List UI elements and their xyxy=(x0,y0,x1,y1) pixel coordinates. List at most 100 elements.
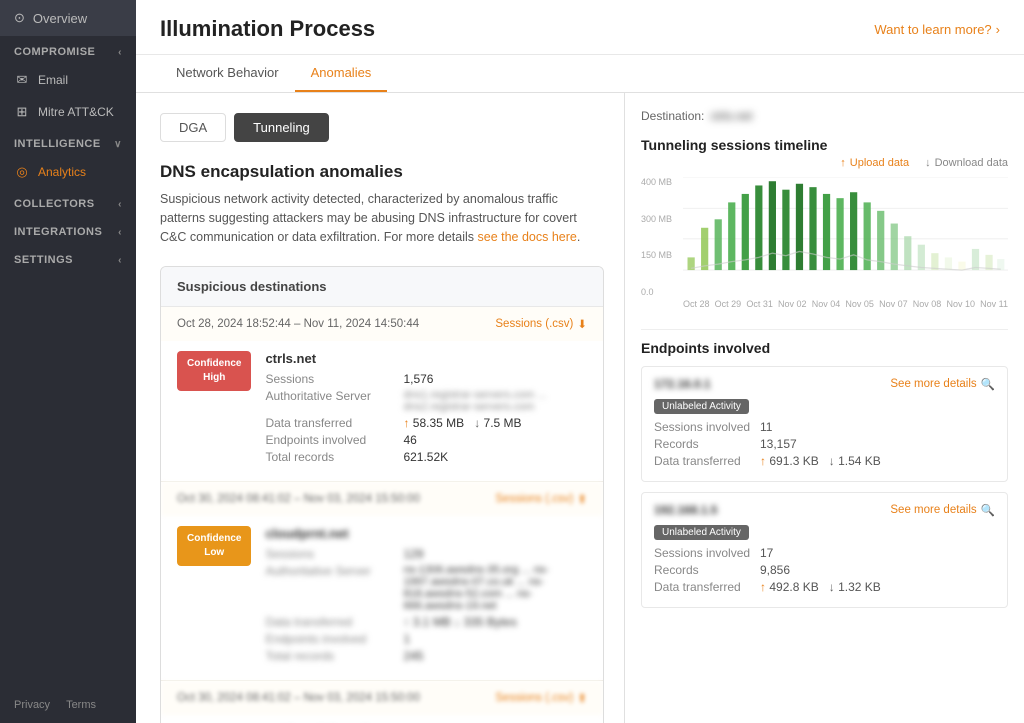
chevron-right-icon2: ‹ xyxy=(118,227,122,238)
chart-x-axis: Oct 28 Oct 29 Oct 31 Nov 02 Nov 04 Nov 0… xyxy=(683,299,1008,317)
sub-tabs: DGA Tunneling xyxy=(160,113,604,142)
up-arrow-ep1: ↑ xyxy=(760,454,766,468)
up-arrow-icon: ↑ xyxy=(403,416,409,430)
dest-item-1-body: ConfidenceHigh ctrls.net Sessions 1,576 … xyxy=(161,341,603,481)
chevron-right-icon3: ‹ xyxy=(118,255,122,266)
dest-row-data-transferred: Data transferred ↑ 58.35 MB ↓ 7.5 MB xyxy=(265,416,587,430)
chevron-right-icon: ‹ xyxy=(118,199,122,210)
analytics-icon: ◎ xyxy=(14,164,30,180)
upload-icon-3: ⬆ xyxy=(577,691,587,705)
endpoint-1-sessions: Sessions involved 11 xyxy=(654,420,995,434)
sidebar-section-collectors[interactable]: COLLECTORS ‹ xyxy=(0,188,136,216)
sidebar-section-settings[interactable]: SETTINGS ‹ xyxy=(0,244,136,272)
page-title: Illumination Process xyxy=(160,16,375,54)
endpoint-2-data-transferred: Data transferred ↑ 492.8 KB ↓ 1.32 KB xyxy=(654,580,995,594)
timeline-legend: ↑ Upload data ↓ Download data xyxy=(641,157,1008,169)
endpoint-1-name: 172.16.0.1 xyxy=(654,377,711,391)
chart-y-axis: 400 MB 300 MB 150 MB 0.0 xyxy=(641,177,683,297)
dest-item-1-header: Oct 28, 2024 18:52:44 – Nov 11, 2024 14:… xyxy=(161,307,603,341)
down-arrow-ep1: ↓ xyxy=(829,454,835,468)
dest-item-3-date: Oct 30, 2024 08:41:02 – Nov 03, 2024 15:… xyxy=(177,692,420,704)
see-more-details-2[interactable]: See more details 🔍 xyxy=(890,503,995,517)
section-description: Suspicious network activity detected, ch… xyxy=(160,190,604,246)
endpoint-card-1: 172.16.0.1 See more details 🔍 Unlabeled … xyxy=(641,366,1008,482)
docs-link[interactable]: see the docs here xyxy=(478,230,577,244)
section-title: DNS encapsulation anomalies xyxy=(160,162,604,182)
sub-tab-tunneling[interactable]: Tunneling xyxy=(234,113,329,142)
confidence-badge-1: ConfidenceHigh xyxy=(177,351,251,391)
terms-link[interactable]: Terms xyxy=(66,699,96,711)
arrow-right-icon: › xyxy=(996,22,1000,37)
dest-row-total-records: Total records 621.52K xyxy=(265,450,587,464)
chevron-icon: ‹ xyxy=(118,47,122,58)
legend-download: ↓ Download data xyxy=(925,157,1008,169)
download-arrow-icon: ↓ xyxy=(925,157,931,169)
tab-anomalies[interactable]: Anomalies xyxy=(295,55,388,92)
privacy-link[interactable]: Privacy xyxy=(14,699,50,711)
dest-item-2-body: ConfidenceLow cloudprnt.net Sessions 129… xyxy=(161,516,603,680)
dest-row-endpoints: Endpoints involved 46 xyxy=(265,433,587,447)
down-arrow-ep2: ↓ xyxy=(829,580,835,594)
sidebar-item-analytics[interactable]: ◎ Analytics xyxy=(0,156,136,188)
sidebar-section-integrations[interactable]: INTEGRATIONS ‹ xyxy=(0,216,136,244)
right-panel: Destination: ctrls.net Tunneling session… xyxy=(624,93,1024,723)
dest-item-2-details: cloudprnt.net Sessions 129 Authoritative… xyxy=(265,526,587,666)
dest-item-3-sessions-link: Sessions (.csv) ⬆ xyxy=(495,691,587,705)
chevron-down-icon: ∨ xyxy=(114,139,122,150)
endpoint-card-2: 192.168.1.5 See more details 🔍 Unlabeled… xyxy=(641,492,1008,608)
sidebar-footer: Privacy Terms xyxy=(0,687,136,723)
destination-item-2: Oct 30, 2024 08:41:02 – Nov 03, 2024 15:… xyxy=(161,482,603,681)
sidebar-item-email[interactable]: ✉ Email xyxy=(0,64,136,96)
upload-arrow-icon: ↑ xyxy=(840,157,846,169)
learn-more-link[interactable]: Want to learn more? › xyxy=(874,22,1000,49)
destination-label: Destination: ctrls.net xyxy=(641,109,1008,123)
destination-item-1: Oct 28, 2024 18:52:44 – Nov 11, 2024 14:… xyxy=(161,307,603,482)
dest-item-1-name[interactable]: ctrls.net xyxy=(265,351,587,366)
sub-tab-dga[interactable]: DGA xyxy=(160,113,226,142)
endpoint-1-data-transferred: Data transferred ↑ 691.3 KB ↓ 1.54 KB xyxy=(654,454,995,468)
destinations-header: Suspicious destinations xyxy=(161,267,603,307)
endpoint-card-2-header: 192.168.1.5 See more details 🔍 xyxy=(654,503,995,517)
unlabeled-badge-1: Unlabeled Activity xyxy=(654,399,749,414)
endpoint-2-sessions: Sessions involved 17 xyxy=(654,546,995,560)
sidebar-section-compromise[interactable]: COMPROMISE ‹ xyxy=(0,36,136,64)
sidebar-item-mitre[interactable]: ⊞ Mitre ATT&CK xyxy=(0,96,136,128)
dest-item-1-details: ctrls.net Sessions 1,576 Authoritative S… xyxy=(265,351,587,467)
dest-item-1-sessions-link[interactable]: Sessions (.csv) ⬇ xyxy=(495,317,587,331)
destinations-container: Suspicious destinations Oct 28, 2024 18:… xyxy=(160,266,604,723)
down-arrow-icon: ↓ xyxy=(474,416,480,430)
destination-item-3: Oct 30, 2024 08:41:02 – Nov 03, 2024 15:… xyxy=(161,681,603,723)
sidebar: ⊙ Overview COMPROMISE ‹ ✉ Email ⊞ Mitre … xyxy=(0,0,136,723)
endpoint-2-records-value: 9,856 xyxy=(760,563,790,577)
dest-row-auth-server: Authoritative Server dns1.registrar-serv… xyxy=(265,389,587,413)
unlabeled-badge-2: Unlabeled Activity xyxy=(654,525,749,540)
sidebar-item-overview[interactable]: ⊙ Overview xyxy=(0,0,136,36)
dest-item-3-header: Oct 30, 2024 08:41:02 – Nov 03, 2024 15:… xyxy=(161,681,603,715)
search-icon-2: 🔍 xyxy=(981,503,995,517)
total-records-value: 621.52K xyxy=(403,450,448,464)
overview-icon: ⊙ xyxy=(14,10,25,26)
endpoints-section: Endpoints involved 172.16.0.1 See more d… xyxy=(641,329,1008,608)
sessions-value: 1,576 xyxy=(403,372,433,386)
main-content: Illumination Process Want to learn more?… xyxy=(136,0,1024,723)
endpoint-1-records-value: 13,157 xyxy=(760,437,797,451)
endpoint-2-name: 192.168.1.5 xyxy=(654,503,717,517)
sidebar-section-intelligence[interactable]: INTELLIGENCE ∨ xyxy=(0,128,136,156)
main-tabs: Network Behavior Anomalies xyxy=(136,55,1024,93)
mitre-icon: ⊞ xyxy=(14,104,30,120)
content-area: DGA Tunneling DNS encapsulation anomalie… xyxy=(136,93,1024,723)
endpoint-1-records: Records 13,157 xyxy=(654,437,995,451)
see-more-details-1[interactable]: See more details 🔍 xyxy=(890,377,995,391)
download-icon-2: ⬆ xyxy=(577,492,587,506)
timeline-chart: 400 MB 300 MB 150 MB 0.0 Oct 28 Oct 29 O… xyxy=(641,177,1008,317)
endpoint-card-1-header: 172.16.0.1 See more details 🔍 xyxy=(654,377,995,391)
confidence-badge-2: ConfidenceLow xyxy=(177,526,251,566)
dest-item-2-sessions-link: Sessions (.csv) ⬆ xyxy=(495,492,587,506)
dest-item-2-name: cloudprnt.net xyxy=(265,526,587,541)
dest-item-1-date: Oct 28, 2024 18:52:44 – Nov 11, 2024 14:… xyxy=(177,318,419,330)
endpoints-title: Endpoints involved xyxy=(641,329,1008,356)
topbar: Illumination Process Want to learn more?… xyxy=(136,0,1024,55)
endpoint-1-sessions-value: 11 xyxy=(760,420,772,434)
dest-item-2-header: Oct 30, 2024 08:41:02 – Nov 03, 2024 15:… xyxy=(161,482,603,516)
tab-network-behavior[interactable]: Network Behavior xyxy=(160,55,295,92)
